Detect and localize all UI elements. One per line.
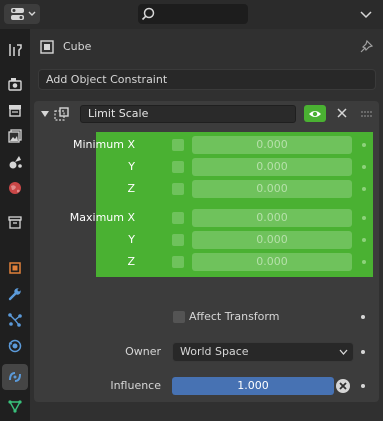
influence-label: Influence — [110, 379, 161, 392]
scene-icon — [9, 156, 22, 169]
keyframe-dot[interactable] — [362, 238, 366, 242]
owner-row: Owner World Space — [34, 342, 379, 362]
tab-modifiers[interactable] — [2, 281, 28, 307]
options-icon — [360, 11, 372, 19]
tab-render[interactable] — [2, 71, 28, 97]
owner-space-select[interactable]: World Space — [172, 342, 354, 362]
tab-tool[interactable] — [2, 37, 28, 63]
tab-particles[interactable] — [2, 307, 28, 333]
tab-object[interactable] — [2, 255, 28, 281]
minimum-z-field[interactable]: 0.000 — [192, 180, 352, 198]
search-icon — [141, 7, 155, 21]
constraint-limit-scale: Limit Scale Minimum X 0.000 Y 0.000 Z 0.… — [34, 101, 379, 402]
mesh-data-icon — [8, 400, 22, 413]
disable-keep-transform-icon[interactable] — [335, 378, 351, 394]
minimum-z-row: Z 0.000 — [96, 180, 373, 198]
tab-view-layer[interactable] — [2, 123, 28, 149]
tab-world[interactable] — [2, 175, 28, 201]
tab-object-constraints[interactable] — [2, 364, 28, 390]
world-icon — [9, 182, 21, 194]
constraint-enable-toggle[interactable] — [304, 105, 326, 122]
maximum-x-checkbox[interactable] — [172, 212, 184, 224]
keyframe-dot[interactable] — [362, 216, 366, 220]
constraint-icon — [9, 372, 21, 382]
output-icon — [9, 105, 21, 117]
properties-tabs — [0, 29, 30, 421]
maximum-x-field[interactable]: 0.000 — [192, 209, 352, 227]
keyframe-dot[interactable] — [362, 260, 366, 264]
minimum-x-field[interactable]: 0.000 — [192, 136, 352, 154]
keyframe-dot[interactable] — [361, 384, 365, 388]
minimum-y-row: Y 0.000 — [96, 158, 373, 176]
maximum-z-label: Z — [127, 255, 135, 268]
tab-collection[interactable] — [2, 209, 28, 235]
keyframe-dot[interactable] — [361, 350, 365, 354]
object-icon — [9, 262, 21, 274]
tab-output[interactable] — [2, 97, 28, 123]
maximum-z-field[interactable]: 0.000 — [192, 253, 352, 271]
affect-transform-label[interactable]: Affect Transform — [189, 310, 279, 323]
owner-space-value: World Space — [180, 345, 249, 358]
maximum-y-field[interactable]: 0.000 — [192, 231, 352, 249]
minimum-y-checkbox[interactable] — [172, 161, 184, 173]
limit-scale-icon — [54, 107, 69, 121]
maximum-x-label: Maximum X — [69, 211, 135, 224]
maximum-x-row: Maximum X 0.000 — [70, 209, 373, 227]
tab-scene[interactable] — [2, 149, 28, 175]
properties-editor-icon — [11, 8, 36, 20]
influence-row: Influence 1.000 — [34, 377, 379, 395]
collapse-arrow-icon[interactable] — [40, 109, 50, 119]
constraint-header: Limit Scale — [34, 101, 379, 127]
object-name: Cube — [63, 40, 92, 53]
constraint-name-field[interactable]: Limit Scale — [80, 105, 296, 123]
owner-label: Owner — [125, 345, 161, 358]
minimum-z-label: Z — [127, 182, 135, 195]
keyframe-dot[interactable] — [361, 315, 365, 319]
tool-icon — [9, 44, 22, 56]
affect-transform-checkbox[interactable] — [173, 311, 185, 323]
minimum-z-checkbox[interactable] — [172, 183, 184, 195]
drag-handle-icon[interactable] — [360, 110, 374, 118]
maximum-y-label: Y — [128, 233, 135, 246]
object-icon — [40, 40, 54, 54]
minimum-x-label: Minimum X — [72, 138, 135, 151]
eye-icon — [309, 110, 321, 117]
constraints-panel: Cube Add Object Constraint Limit Scale M… — [30, 29, 383, 421]
tab-physics[interactable] — [2, 333, 28, 359]
search-input[interactable] — [138, 4, 248, 24]
minimum-y-field[interactable]: 0.000 — [192, 158, 352, 176]
influence-slider[interactable]: 1.000 — [172, 377, 334, 395]
minimum-y-label: Y — [128, 160, 135, 173]
affect-transform-row: Affect Transform — [34, 308, 379, 326]
options-button[interactable] — [355, 4, 377, 24]
minimum-x-row: Minimum X 0.000 — [73, 136, 373, 154]
maximum-y-row: Y 0.000 — [96, 231, 373, 249]
maximum-z-row: Z 0.000 — [96, 253, 373, 271]
render-icon — [8, 78, 22, 91]
minimum-x-checkbox[interactable] — [172, 139, 184, 151]
maximum-y-checkbox[interactable] — [172, 234, 184, 246]
keyframe-dot[interactable] — [362, 143, 366, 147]
editor-type-button[interactable] — [4, 4, 40, 24]
view-layer-icon — [8, 129, 22, 143]
physics-icon — [8, 339, 22, 353]
chevron-down-icon — [339, 349, 348, 355]
tab-object-data[interactable] — [2, 393, 28, 419]
particles-icon — [8, 313, 22, 327]
influence-value: 1.000 — [237, 379, 269, 392]
close-icon[interactable] — [335, 106, 349, 120]
add-object-constraint-menu[interactable]: Add Object Constraint — [38, 69, 376, 90]
object-context-row: Cube — [38, 37, 378, 57]
maximum-z-checkbox[interactable] — [172, 256, 184, 268]
keyframe-dot[interactable] — [362, 165, 366, 169]
keyframe-dot[interactable] — [362, 187, 366, 191]
editor-header — [0, 0, 383, 29]
wrench-icon — [8, 288, 21, 301]
pin-icon[interactable] — [358, 39, 374, 55]
collection-icon — [8, 216, 22, 229]
